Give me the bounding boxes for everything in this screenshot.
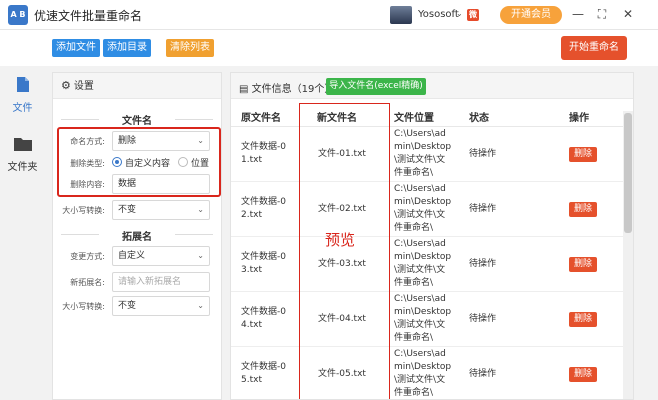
file-info-header: ▤ 文件信息（19个） 导入文件名(excel精确) bbox=[231, 73, 633, 99]
minimize-button[interactable]: — bbox=[570, 6, 586, 22]
import-excel-button[interactable]: 导入文件名(excel精确) bbox=[326, 78, 426, 95]
title-bar: A B 优速文件批量重命名 Yososoft ⌄ 微 开通会员 — ⛶ ✕ bbox=[0, 0, 658, 30]
clear-list-button[interactable]: 清除列表 bbox=[166, 39, 214, 57]
ext-case-convert-value: 不变 bbox=[118, 301, 137, 311]
divider bbox=[175, 234, 213, 235]
nav-item-folder[interactable]: 文件夹 bbox=[0, 136, 45, 173]
delete-row-button[interactable]: 删除 bbox=[569, 202, 597, 217]
maximize-button[interactable]: ⛶ bbox=[594, 6, 610, 22]
cell-location: C:\Users\ad min\Desktop \测试文件\文 件重命名\ bbox=[394, 184, 452, 233]
cell-original-name: 文件数据-0 5.txt bbox=[241, 362, 286, 385]
table-row[interactable]: 文件数据-0 1.txt 文件-01.txt C:\Users\ad min\Des… bbox=[231, 127, 623, 182]
cell-location: C:\Users\ad min\Desktop \测试文件\文 件重命名\ bbox=[394, 239, 452, 288]
case-convert-value: 不变 bbox=[118, 205, 137, 215]
preview-label: 预览 bbox=[325, 231, 356, 249]
ext-mode-value: 自定义 bbox=[118, 251, 146, 261]
weibo-icon[interactable]: 微 bbox=[467, 9, 479, 21]
scrollbar-thumb[interactable] bbox=[624, 113, 632, 233]
new-ext-label: 新拓展名: bbox=[70, 278, 105, 287]
file-info-title: 文件信息（19个） bbox=[251, 84, 335, 95]
chevron-down-icon: ⌄ bbox=[197, 301, 204, 310]
app-title: 优速文件批量重命名 bbox=[34, 9, 143, 23]
chevron-down-icon: ⌄ bbox=[197, 251, 204, 260]
delete-row-button[interactable]: 删除 bbox=[569, 257, 597, 272]
cell-original-name: 文件数据-0 2.txt bbox=[241, 197, 286, 220]
left-nav: 文件 文件夹 bbox=[0, 66, 45, 400]
file-icon bbox=[16, 77, 29, 92]
app-logo: A B bbox=[8, 5, 28, 25]
preview-highlight-box bbox=[299, 103, 390, 399]
user-name[interactable]: Yososoft bbox=[418, 9, 459, 20]
folder-icon bbox=[13, 138, 32, 151]
cell-status: 待操作 bbox=[469, 369, 497, 379]
col-action[interactable]: 操作 bbox=[569, 109, 589, 124]
col-status[interactable]: 状态 bbox=[469, 109, 489, 124]
cell-original-name: 文件数据-0 1.txt bbox=[241, 142, 286, 165]
vip-button-label: 开通会员 bbox=[511, 9, 551, 20]
col-original-name[interactable]: 原文件名 bbox=[241, 109, 281, 124]
cell-status: 待操作 bbox=[469, 259, 497, 269]
vertical-scrollbar[interactable] bbox=[623, 111, 633, 399]
delete-row-button[interactable]: 删除 bbox=[569, 147, 597, 162]
case-convert-label: 大小写转换: bbox=[62, 206, 105, 215]
chevron-down-icon[interactable]: ⌄ bbox=[456, 9, 463, 18]
section-ext-title: 拓展名 bbox=[122, 232, 152, 243]
gear-icon: ⚙ bbox=[61, 79, 71, 92]
highlight-box bbox=[57, 127, 221, 197]
chevron-down-icon: ⌄ bbox=[197, 205, 204, 214]
ext-case-convert-select[interactable]: 不变 ⌄ bbox=[112, 296, 210, 316]
divider bbox=[175, 119, 213, 120]
cell-location: C:\Users\ad min\Desktop \测试文件\文 件重命名\ bbox=[394, 129, 452, 178]
file-info-panel: ▤ 文件信息（19个） 导入文件名(excel精确) 原文件名 新文件名 文件位… bbox=[230, 72, 634, 400]
cell-status: 待操作 bbox=[469, 149, 497, 159]
table-row[interactable]: 文件数据-0 3.txt 文件-03.txt C:\Users\ad min\Des… bbox=[231, 237, 623, 292]
case-convert-select[interactable]: 不变 ⌄ bbox=[112, 200, 210, 220]
close-button[interactable]: ✕ bbox=[620, 6, 636, 22]
delete-row-button[interactable]: 删除 bbox=[569, 312, 597, 327]
table-row[interactable]: 文件数据-0 5.txt 文件-05.txt C:\Users\ad min\Des… bbox=[231, 347, 623, 399]
start-rename-button[interactable]: 开始重命名 bbox=[561, 36, 627, 60]
cell-location: C:\Users\ad min\Desktop \测试文件\文 件重命名\ bbox=[394, 349, 452, 398]
ext-mode-label: 变更方式: bbox=[70, 252, 105, 261]
add-directory-button[interactable]: 添加目录 bbox=[103, 39, 151, 57]
col-location[interactable]: 文件位置 bbox=[394, 109, 434, 124]
cell-original-name: 文件数据-0 3.txt bbox=[241, 252, 286, 275]
file-info-title-wrap: ▤ 文件信息（19个） bbox=[239, 80, 334, 95]
vip-button[interactable]: 开通会员 bbox=[500, 6, 562, 24]
settings-header: ⚙ 设置 bbox=[53, 73, 221, 99]
table-row[interactable]: 文件数据-0 2.txt 文件-02.txt C:\Users\ad min\Des… bbox=[231, 182, 623, 237]
cell-original-name: 文件数据-0 4.txt bbox=[241, 307, 286, 330]
add-file-button[interactable]: 添加文件 bbox=[52, 39, 100, 57]
cell-status: 待操作 bbox=[469, 204, 497, 214]
divider bbox=[61, 119, 99, 120]
nav-file-label: 文件 bbox=[12, 103, 33, 114]
delete-row-button[interactable]: 删除 bbox=[569, 367, 597, 382]
new-ext-input[interactable]: 请输入新拓展名 bbox=[112, 272, 210, 292]
document-icon: ▤ bbox=[239, 84, 249, 95]
settings-panel: ⚙ 设置 文件名 命名方式: 删除 ⌄ 删除类型: 自定义内容 位置 删除内容: … bbox=[52, 72, 222, 400]
divider bbox=[61, 234, 99, 235]
avatar[interactable] bbox=[390, 6, 412, 24]
ext-mode-select[interactable]: 自定义 ⌄ bbox=[112, 246, 210, 266]
toolbar: 添加文件 添加目录 清除列表 开始重命名 bbox=[0, 30, 658, 66]
cell-location: C:\Users\ad min\Desktop \测试文件\文 件重命名\ bbox=[394, 294, 452, 343]
nav-folder-label: 文件夹 bbox=[7, 162, 38, 173]
table-row[interactable]: 文件数据-0 4.txt 文件-04.txt C:\Users\ad min\Des… bbox=[231, 292, 623, 347]
settings-title: 设置 bbox=[73, 81, 94, 92]
nav-item-file[interactable]: 文件 bbox=[0, 76, 45, 114]
cell-status: 待操作 bbox=[469, 314, 497, 324]
ext-case-convert-label: 大小写转换: bbox=[62, 302, 105, 311]
